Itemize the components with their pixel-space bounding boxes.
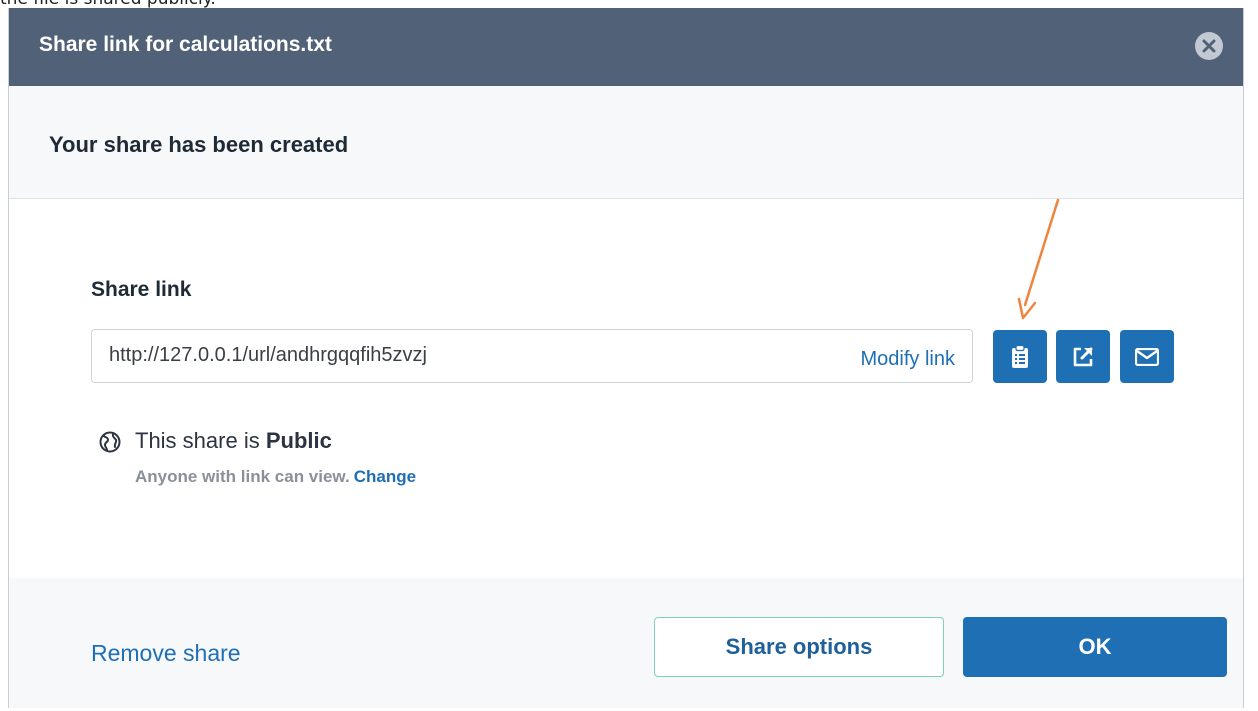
dialog-titlebar: Share link for calculations.txt: [9, 8, 1243, 86]
dialog-footer: Remove share Share options OK: [9, 578, 1243, 708]
envelope-icon: [1135, 347, 1159, 366]
ok-button[interactable]: OK: [963, 617, 1227, 677]
close-icon: [1202, 39, 1216, 53]
email-link-button[interactable]: [1120, 330, 1174, 383]
external-link-icon: [1073, 347, 1093, 366]
globe-icon: [99, 431, 121, 453]
open-link-button[interactable]: [1056, 330, 1110, 383]
share-options-button[interactable]: Share options: [654, 617, 944, 677]
modify-link-button[interactable]: Modify link: [861, 348, 955, 371]
visibility-description: Anyone with link can view.: [135, 467, 350, 486]
share-dialog: Share link for calculations.txt Your sha…: [8, 8, 1244, 708]
page: the file is shared publicly. Share link …: [0, 0, 1258, 711]
close-button[interactable]: [1195, 32, 1223, 60]
copy-link-button[interactable]: [993, 330, 1047, 383]
clipboard-icon: [1012, 344, 1028, 368]
visibility-prefix: This share is: [135, 428, 266, 453]
dialog-subheader: Your share has been created: [9, 86, 1243, 199]
share-link-input[interactable]: [109, 344, 809, 367]
share-link-label: Share link: [91, 278, 192, 301]
share-created-heading: Your share has been created: [49, 132, 349, 157]
change-visibility-link[interactable]: Change: [354, 467, 416, 486]
dialog-title: Share link for calculations.txt: [39, 33, 332, 56]
visibility-state: Public: [265, 428, 332, 453]
visibility-status: This share is Public: [135, 428, 332, 454]
remove-share-button[interactable]: Remove share: [91, 640, 241, 667]
visibility-description-line: Anyone with link can view. Change: [135, 467, 416, 487]
share-link-field[interactable]: Modify link: [91, 329, 973, 383]
